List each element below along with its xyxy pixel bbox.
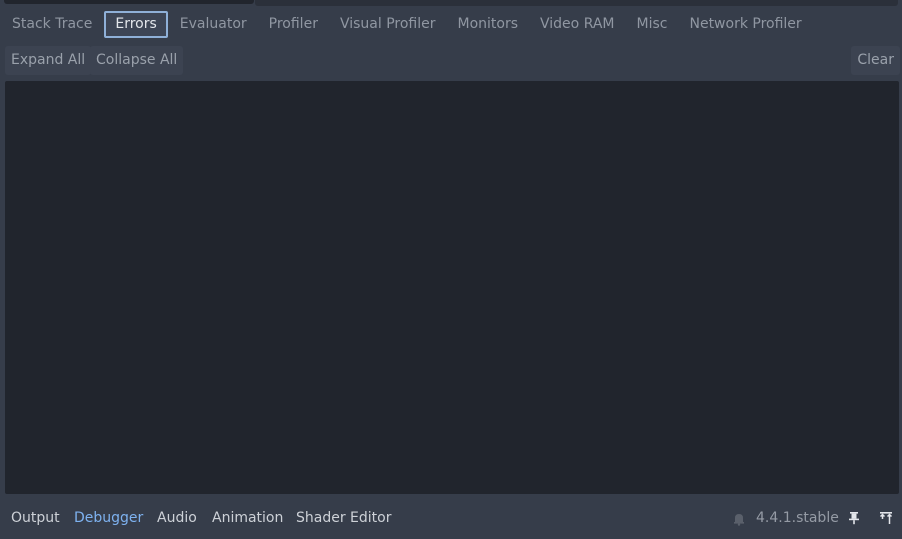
debugger-tab-bar: Stack Trace Errors Evaluator Profiler Vi… — [0, 10, 902, 39]
clear-button[interactable]: Clear — [851, 46, 900, 75]
tab-monitors[interactable]: Monitors — [448, 11, 529, 38]
notification-bell-icon[interactable] — [732, 512, 746, 526]
tab-stack-trace[interactable]: Stack Trace — [2, 11, 102, 38]
bottom-tab-animation[interactable]: Animation — [212, 508, 283, 528]
tab-evaluator[interactable]: Evaluator — [170, 11, 257, 38]
bottom-tab-output[interactable]: Output — [11, 508, 60, 528]
tab-misc[interactable]: Misc — [627, 11, 678, 38]
collapse-all-button[interactable]: Collapse All — [90, 46, 184, 75]
top-scroll-handle — [4, 0, 254, 4]
top-edge-strip — [0, 0, 902, 10]
bottom-tab-audio[interactable]: Audio — [157, 508, 197, 528]
bottom-panel-bar: Output Debugger Audio Animation Shader E… — [0, 502, 902, 534]
bottom-tab-debugger[interactable]: Debugger — [74, 508, 143, 528]
expand-panel-icon[interactable] — [878, 510, 894, 526]
errors-toolbar: Expand All Collapse All Clear — [0, 44, 902, 76]
pin-icon[interactable] — [846, 510, 862, 526]
errors-list[interactable] — [5, 81, 899, 494]
bottom-tab-shader-editor[interactable]: Shader Editor — [296, 508, 391, 528]
tab-errors[interactable]: Errors — [104, 11, 168, 38]
tab-network-profiler[interactable]: Network Profiler — [679, 11, 811, 38]
top-divider — [255, 0, 898, 6]
tab-profiler[interactable]: Profiler — [259, 11, 328, 38]
engine-version: 4.4.1.stable — [756, 510, 839, 526]
tab-video-ram[interactable]: Video RAM — [530, 11, 625, 38]
expand-all-button[interactable]: Expand All — [5, 46, 92, 75]
tab-visual-profiler[interactable]: Visual Profiler — [330, 11, 446, 38]
